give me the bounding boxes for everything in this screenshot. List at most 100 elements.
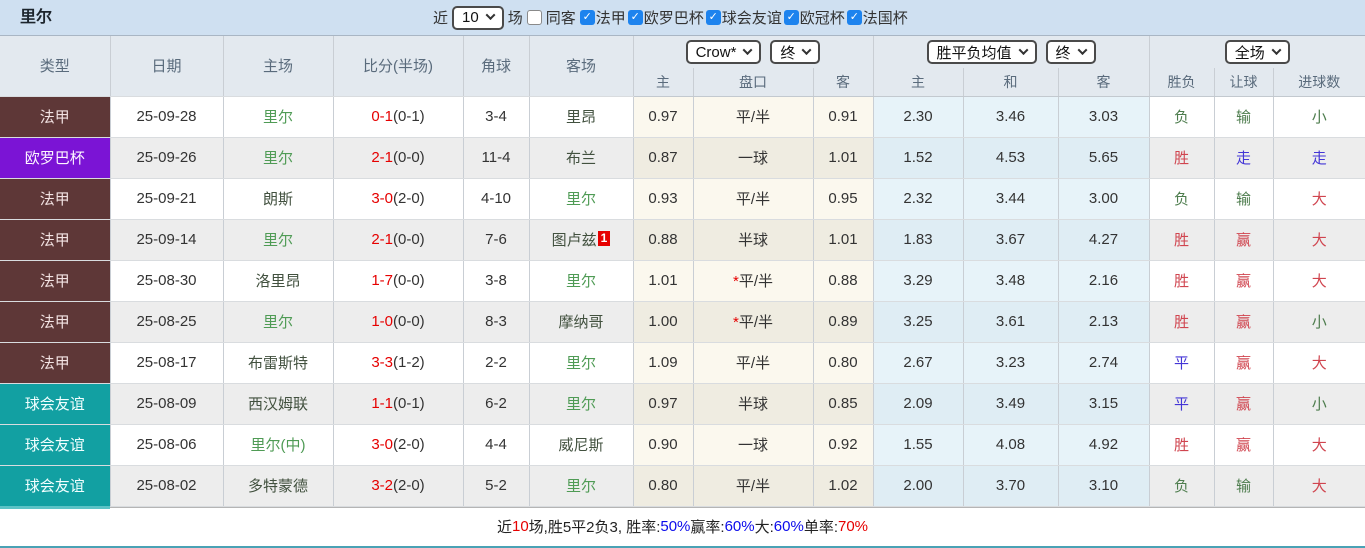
date-cell: 25-08-30	[110, 260, 224, 302]
away-team-name[interactable]: 摩纳哥	[558, 314, 603, 331]
header-goals: 进球数	[1273, 68, 1365, 97]
odds-group-header: Crow* 终	[633, 36, 874, 68]
header-date: 日期	[110, 36, 224, 97]
league-checkbox[interactable]: ✓	[846, 10, 862, 25]
away-team-cell[interactable]: 威尼斯	[529, 424, 634, 466]
mean-type-select[interactable]: 胜平负均值	[926, 40, 1037, 64]
home-team-name[interactable]: 朗斯	[263, 191, 293, 208]
same-venue-checkbox[interactable]	[526, 10, 542, 25]
away-team-name[interactable]: 布兰	[566, 150, 596, 167]
score-cell[interactable]: 2-1(0-0)	[333, 219, 464, 261]
goals-result-cell: 走	[1273, 137, 1365, 179]
odds-home-cell: 1.09	[633, 342, 694, 384]
home-team-name[interactable]: 布雷斯特	[248, 355, 308, 372]
score-cell[interactable]: 3-2(2-0)	[333, 465, 464, 507]
score-cell[interactable]: 1-1(0-1)	[333, 383, 464, 425]
mean-time-select[interactable]: 终	[1045, 40, 1096, 64]
home-team-cell[interactable]: 多特蒙德	[223, 465, 334, 507]
away-team-name[interactable]: 里尔	[566, 273, 596, 290]
away-team-name[interactable]: 里尔	[566, 396, 596, 413]
score-cell[interactable]: 3-0(2-0)	[333, 178, 464, 220]
league-checkbox[interactable]: ✓	[705, 10, 721, 25]
same-venue-label: 同客	[545, 10, 576, 27]
away-team-name[interactable]: 里尔	[566, 478, 596, 495]
away-team-name[interactable]: 图卢兹	[552, 232, 597, 249]
away-team-cell[interactable]: 里尔	[529, 465, 634, 507]
date-cell: 25-09-26	[110, 137, 224, 179]
handicap-result-cell: 输	[1214, 96, 1274, 138]
home-team-name[interactable]: 里尔	[263, 232, 293, 249]
league-filter-item: ✓ 欧罗巴杯	[627, 7, 706, 28]
home-team-name[interactable]: 里尔	[263, 314, 293, 331]
mean-away-cell: 2.74	[1058, 342, 1150, 384]
league-label: 球会友谊	[721, 10, 782, 27]
away-team-cell[interactable]: 里尔	[529, 178, 634, 220]
goals-result-cell: 大	[1273, 424, 1365, 466]
odds-time-select[interactable]: 终	[770, 40, 821, 64]
away-team-cell[interactable]: 摩纳哥	[529, 301, 634, 343]
home-team-cell[interactable]: 里尔	[223, 301, 334, 343]
table-row: 欧罗巴杯 25-09-26 里尔 2-1(0-0) 11-4 布兰 0.87 一球 1.01 1.…	[0, 137, 1365, 179]
score-cell[interactable]: 2-1(0-0)	[333, 137, 464, 179]
home-team-name[interactable]: 里尔(中)	[251, 437, 306, 454]
table-row: 法甲 25-09-21 朗斯 3-0(2-0) 4-10 里尔 0.93 平/半 0.95 2.3…	[0, 178, 1365, 220]
home-team-name[interactable]: 西汉姆联	[248, 396, 308, 413]
away-team-cell[interactable]: 图卢兹 1	[529, 219, 634, 261]
score-cell[interactable]: 1-7(0-0)	[333, 260, 464, 302]
result-cell: 负	[1149, 96, 1215, 138]
odds-home-cell: 0.97	[633, 96, 694, 138]
away-team-name[interactable]: 里尔	[566, 355, 596, 372]
away-team-cell[interactable]: 里尔	[529, 383, 634, 425]
away-team-cell[interactable]: 里尔	[529, 260, 634, 302]
home-team-name[interactable]: 里尔	[263, 150, 293, 167]
mean-home-cell: 1.52	[873, 137, 964, 179]
bookmaker-select[interactable]: Crow*	[685, 40, 762, 64]
away-team-cell[interactable]: 里尔	[529, 342, 634, 384]
league-checkbox[interactable]: ✓	[783, 10, 799, 25]
top-filter-bar: 里尔 近 10 场 同客 ✓ 法甲 ✓ 欧罗巴杯 ✓ 球会友谊 ✓ 欧冠杯 ✓ 法国杯	[0, 0, 1365, 36]
mean-draw-cell: 4.53	[963, 137, 1059, 179]
handicap-cell: 平/半	[693, 178, 814, 220]
home-team-cell[interactable]: 西汉姆联	[223, 383, 334, 425]
handicap-cell: 半球	[693, 219, 814, 261]
chevron-down-icon	[1077, 44, 1087, 55]
score-cell[interactable]: 3-3(1-2)	[333, 342, 464, 384]
away-team-cell[interactable]: 里昂	[529, 96, 634, 138]
summary-segment: 场,胜5平2负3, 胜率:	[528, 519, 661, 536]
result-cell: 胜	[1149, 301, 1215, 343]
league-checkbox[interactable]: ✓	[579, 10, 595, 25]
score-cell[interactable]: 0-1(0-1)	[333, 96, 464, 138]
score-cell[interactable]: 1-0(0-0)	[333, 301, 464, 343]
recent-count-select[interactable]: 10	[452, 5, 504, 30]
scope-select[interactable]: 全场	[1224, 40, 1290, 64]
header-odds-home: 主	[633, 68, 694, 97]
home-team-name[interactable]: 洛里昂	[255, 273, 300, 290]
handicap-result-cell: 赢	[1214, 260, 1274, 302]
league-checkbox[interactable]: ✓	[627, 10, 643, 25]
home-team-cell[interactable]: 里尔(中)	[223, 424, 334, 466]
score-cell[interactable]: 3-0(2-0)	[333, 424, 464, 466]
league-filter-item: ✓ 法国杯	[846, 7, 910, 28]
mean-home-cell: 2.09	[873, 383, 964, 425]
home-team-cell[interactable]: 布雷斯特	[223, 342, 334, 384]
away-team-name[interactable]: 里昂	[566, 109, 596, 126]
table-row: 球会友谊 25-08-02 多特蒙德 3-2(2-0) 5-2 里尔 0.80 平/半 1.02…	[0, 465, 1365, 507]
home-team-name[interactable]: 多特蒙德	[248, 478, 308, 495]
mean-away-cell: 3.03	[1058, 96, 1150, 138]
header-result: 胜负	[1149, 68, 1215, 97]
home-team-cell[interactable]: 里尔	[223, 137, 334, 179]
away-team-name[interactable]: 威尼斯	[558, 437, 603, 454]
home-team-cell[interactable]: 洛里昂	[223, 260, 334, 302]
header-away: 客场	[529, 36, 634, 97]
home-team-cell[interactable]: 里尔	[223, 96, 334, 138]
games-label: 场	[507, 10, 523, 27]
home-team-cell[interactable]: 里尔	[223, 219, 334, 261]
mean-away-cell: 2.16	[1058, 260, 1150, 302]
away-team-name[interactable]: 里尔	[566, 191, 596, 208]
mean-draw-cell: 3.23	[963, 342, 1059, 384]
home-team-cell[interactable]: 朗斯	[223, 178, 334, 220]
league-label: 法国杯	[862, 10, 908, 27]
away-team-cell[interactable]: 布兰	[529, 137, 634, 179]
match-history-page: 里尔 近 10 场 同客 ✓ 法甲 ✓ 欧罗巴杯 ✓ 球会友谊 ✓ 欧冠杯 ✓ 法国杯 类型 日期…	[0, 0, 1365, 548]
home-team-name[interactable]: 里尔	[263, 109, 293, 126]
